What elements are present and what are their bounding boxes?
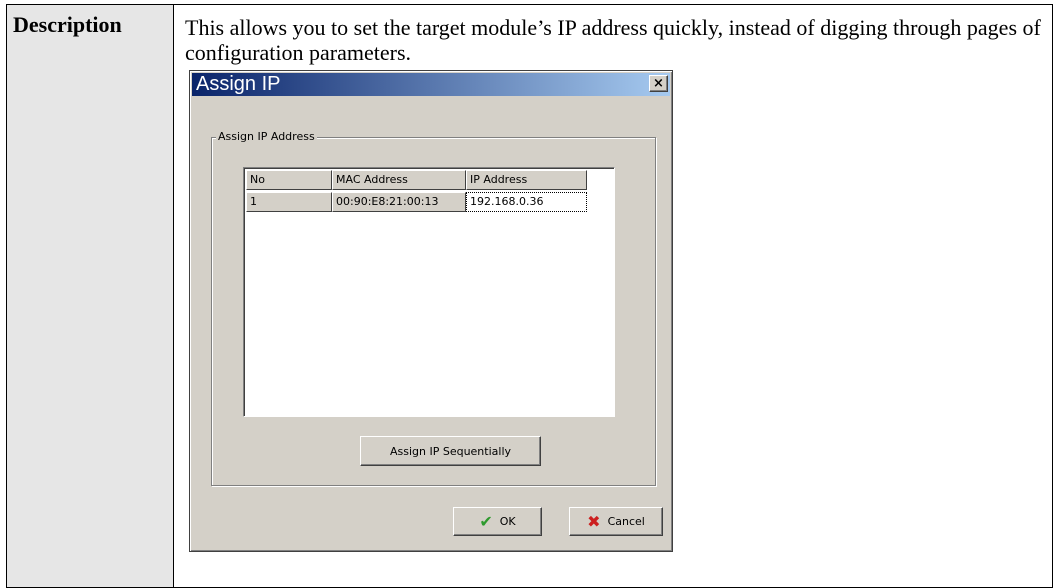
ok-button[interactable]: ✔ OK xyxy=(453,507,542,536)
column-header-ip[interactable]: IP Address xyxy=(466,170,587,190)
cell-mac: 00:90:E8:21:00:13 xyxy=(332,192,466,212)
x-icon: ✖ xyxy=(587,511,601,531)
close-icon[interactable]: × xyxy=(649,75,668,92)
assign-seq-label: Assign IP Sequentially xyxy=(389,444,512,458)
grid-header-row: No MAC Address IP Address xyxy=(246,170,587,190)
close-glyph: × xyxy=(653,76,664,91)
description-label: Description xyxy=(7,5,174,587)
cell-no: 1 xyxy=(246,192,332,212)
cancel-label: Cancel xyxy=(607,515,645,528)
dialog-title: Assign IP xyxy=(196,73,281,95)
ip-grid[interactable]: No MAC Address IP Address 1 00:90:E8:21:… xyxy=(243,167,615,417)
ok-label: OK xyxy=(499,515,516,528)
group-label: Assign IP Address xyxy=(216,130,317,143)
description-text: This allows you to set the target module… xyxy=(185,15,1041,65)
column-header-mac[interactable]: MAC Address xyxy=(332,170,466,190)
assign-ip-dialog: Assign IP × Assign IP Address No MAC Add… xyxy=(189,70,673,552)
column-header-no[interactable]: No xyxy=(246,170,332,190)
ip-address-field[interactable]: 192.168.0.36 xyxy=(466,192,587,212)
assign-ip-sequentially-button[interactable]: Assign IP Sequentially xyxy=(360,436,541,466)
dialog-titlebar[interactable]: Assign IP × xyxy=(192,73,670,96)
cancel-button[interactable]: ✖ Cancel xyxy=(569,507,663,536)
table-row[interactable]: 1 00:90:E8:21:00:13 192.168.0.36 xyxy=(246,192,587,212)
checkmark-icon: ✔ xyxy=(479,511,493,531)
